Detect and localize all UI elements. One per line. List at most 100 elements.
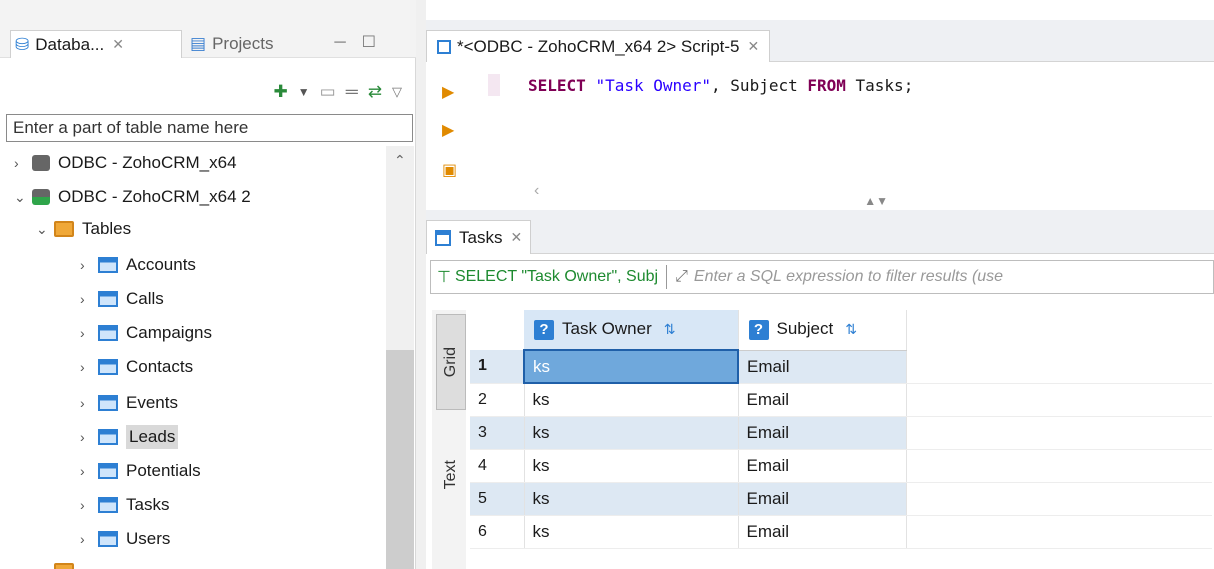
tab-label: *<ODBC - ZohoCRM_x64 2> Script-5 [457,36,740,56]
tab-projects[interactable]: ▤ Projects [190,30,273,58]
table-row[interactable]: 1 ks Email [470,349,1212,384]
chevron-right-icon[interactable]: › [80,257,98,273]
table-filter-input[interactable]: Enter a part of table name here [6,114,413,142]
divider [666,265,668,289]
cell-subject[interactable]: Email [738,482,907,516]
sql-keyword: SELECT [528,76,586,95]
tree-item-tables-folder[interactable]: ⌄ Tables [36,214,131,244]
tab-database-navigator[interactable]: ⛁ Databa... ✕ [10,30,182,58]
chevron-right-icon[interactable]: › [80,531,98,547]
scroll-left-icon[interactable]: ‹ [534,182,539,200]
sort-filter-icon[interactable]: ⇅ [664,321,676,337]
view-menu-icon[interactable]: ▽ [392,84,402,100]
table-icon [98,359,118,375]
chevron-right-icon[interactable]: › [80,497,98,513]
link-editor-icon[interactable]: ⇄ [368,82,382,102]
column-header-task-owner[interactable]: ? Task Owner ⇅ [524,310,739,351]
sql-text[interactable]: SELECT "Task Owner", Subject FROM Tasks; [528,76,913,95]
expand-icon[interactable]: ⤢ [675,268,688,286]
editor-tab-bar: *<ODBC - ZohoCRM_x64 2> Script-5 ✕ [426,20,1214,62]
table-row[interactable]: 6 ks Email [470,515,1212,549]
table-row[interactable]: 3 ks Email [470,416,1212,450]
column-header-subject[interactable]: ? Subject ⇅ [738,310,907,351]
row-number: 2 [470,383,525,417]
tree-item-table-campaigns[interactable]: › Campaigns [80,318,212,348]
table-row[interactable]: 4 ks Email [470,449,1212,483]
tab-label: Tasks [459,227,503,247]
chevron-down-icon[interactable]: ⌄ [36,221,54,238]
filter-input-placeholder[interactable]: Enter a SQL expression to filter results… [694,268,1003,286]
table-row[interactable]: 2 ks Email [470,383,1212,417]
tree-item-table-events[interactable]: › Events [80,388,178,418]
tree-item-table-contacts[interactable]: › Contacts [80,352,193,382]
tree-item-table-accounts[interactable]: › Accounts [80,250,196,280]
grid-view-button[interactable]: Grid [436,314,466,410]
minimize-maximize-icons[interactable]: ─☐ [334,32,392,52]
navigator-scrollbar[interactable]: ⌃ [386,146,414,569]
tree-item-label: Tasks [126,495,170,514]
tree-item-table-leads[interactable]: › Leads [80,422,179,452]
chevron-right-icon[interactable]: › [80,291,98,307]
chevron-down-icon[interactable]: ▼ [298,85,310,99]
unknown-type-icon: ? [534,320,554,340]
close-icon[interactable]: ✕ [112,36,124,53]
tree-item-views-folder[interactable]: › [36,556,82,569]
empty-cell [906,515,1212,549]
sql-text-segment: Tasks; [845,76,914,95]
empty-cell [906,350,1212,384]
column-label: Subject [776,319,834,339]
tab-script-5[interactable]: *<ODBC - ZohoCRM_x64 2> Script-5 ✕ [426,30,771,62]
cell-task-owner[interactable]: ks [524,515,739,549]
cell-task-owner[interactable]: ks [524,383,739,417]
tree-item-table-calls[interactable]: › Calls [80,284,164,314]
sort-filter-icon[interactable]: ⇅ [845,321,857,337]
results-filter-bar[interactable]: ⊤ SELECT "Task Owner", Subj ⤢ Enter a SQ… [430,260,1214,294]
chevron-right-icon[interactable]: › [80,395,98,411]
cell-subject[interactable]: Email [738,350,907,384]
collapse-all-icon[interactable]: ═ [346,82,358,102]
tab-tasks-results[interactable]: Tasks ✕ [426,220,532,254]
panel-splitter-icon[interactable]: ▲▼ [864,194,888,208]
chevron-right-icon[interactable]: › [80,325,98,341]
cell-task-owner[interactable]: ks [524,482,739,516]
empty-cell [906,482,1212,516]
cell-subject[interactable]: Email [738,416,907,450]
chevron-right-icon[interactable]: › [36,563,54,569]
sql-string: "Task Owner" [595,76,712,95]
chevron-right-icon[interactable]: › [80,359,98,375]
text-view-button[interactable]: Text [436,430,466,520]
tree-item-connection-1[interactable]: › ODBC - ZohoCRM_x64 [14,148,237,178]
chevron-right-icon[interactable]: › [80,463,98,479]
chevron-right-icon[interactable]: › [14,155,32,171]
cell-subject[interactable]: Email [738,383,907,417]
cell-subject[interactable]: Email [738,515,907,549]
execute-in-new-tab-icon[interactable]: ▶ [442,120,454,140]
close-icon[interactable]: ✕ [748,38,760,55]
row-number: 6 [470,515,525,549]
table-row[interactable]: 5 ks Email [470,482,1212,516]
new-connection-icon[interactable]: ✚ [274,82,288,102]
results-tab-bar: Tasks ✕ [426,210,1214,254]
scroll-up-icon[interactable]: ⌃ [394,152,406,169]
results-grid: ? Task Owner ⇅ ? Subject ⇅ 1 ks Email 2 ks Email… [470,310,1212,549]
execute-script-icon[interactable]: ▣ [442,160,457,180]
tree-item-connection-2[interactable]: ⌄ ODBC - ZohoCRM_x64 2 [14,182,251,212]
cell-subject[interactable]: Email [738,449,907,483]
editor-side-toolbar: ▶ ▶ ▣ [426,62,486,210]
row-number: 4 [470,449,525,483]
chevron-down-icon[interactable]: ⌄ [14,189,32,206]
cell-task-owner[interactable]: ks [524,416,739,450]
execute-statement-icon[interactable]: ▶ [442,82,454,102]
dbeaver-window: ⛁ Databa... ✕ ▤ Projects ─☐ ✚ ▼ ▭ ═ ⇄ ▽ … [0,0,1214,569]
cell-task-owner[interactable]: ks [523,349,739,384]
chevron-right-icon[interactable]: › [80,429,98,445]
new-folder-icon[interactable]: ▭ [320,82,336,102]
filter-sql-icon: ⊤ [437,269,451,286]
tree-item-table-potentials[interactable]: › Potentials [80,456,201,486]
tree-item-table-tasks[interactable]: › Tasks [80,490,169,520]
tree-item-table-users[interactable]: › Users [80,524,170,554]
cell-task-owner[interactable]: ks [524,449,739,483]
database-icon: ⛁ [15,34,30,54]
scrollbar-thumb[interactable] [386,350,414,569]
close-icon[interactable]: ✕ [510,229,522,246]
